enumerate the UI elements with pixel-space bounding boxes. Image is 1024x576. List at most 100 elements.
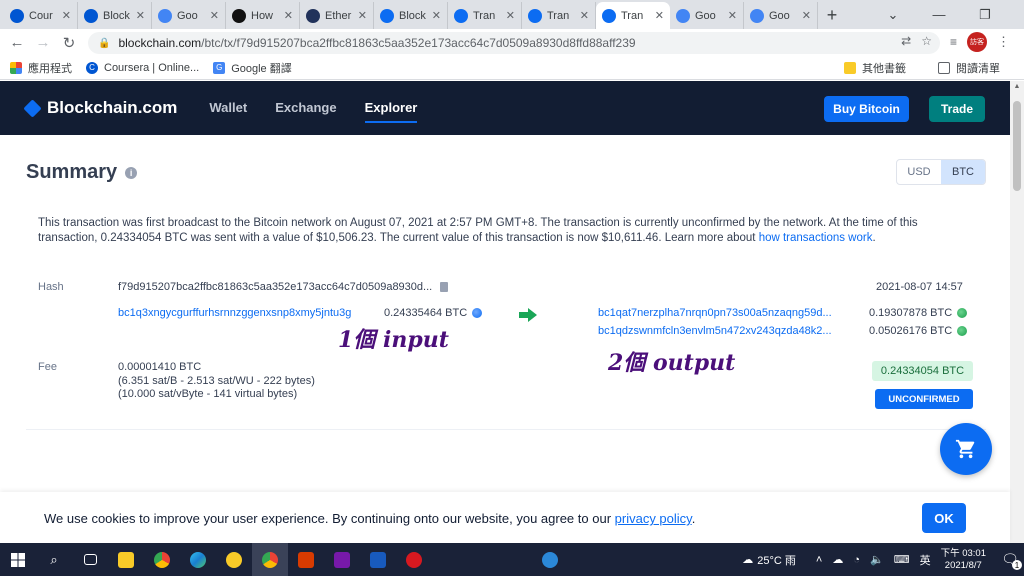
privacy-policy-link[interactable]: privacy policy xyxy=(615,511,692,526)
how-transactions-work-link[interactable]: how transactions work xyxy=(759,232,873,244)
word-icon[interactable] xyxy=(360,543,396,576)
onedrive-icon[interactable]: ☁ xyxy=(832,553,843,566)
system-tray: ☁ 25°C 雨 ˄ ☁ ◔ 🔈 ⌨ 英 下午 03:01 2021/8/7 🗨… xyxy=(742,543,1024,576)
windows-taskbar: ⌕ ☁ 25°C 雨 ˄ ☁ ◔ 🔈 ⌨ 英 下午 03:01 2021/8/7… xyxy=(0,543,1024,576)
close-window-button[interactable]: ✕ xyxy=(1008,7,1024,23)
buy-bitcoin-button[interactable]: Buy Bitcoin xyxy=(824,96,909,122)
clock[interactable]: 下午 03:01 2021/8/7 xyxy=(941,548,986,572)
browser-tab[interactable]: Goo ✕ xyxy=(744,2,818,29)
nav-explorer[interactable]: Explorer xyxy=(364,94,418,123)
task-view-icon[interactable] xyxy=(72,543,108,576)
browser-tab[interactable]: Goo ✕ xyxy=(152,2,226,29)
tab-close-icon[interactable]: ✕ xyxy=(62,9,71,22)
weather-text[interactable]: 25°C 雨 xyxy=(757,552,796,568)
browser-tab[interactable]: Tran ✕ xyxy=(596,2,670,29)
browser-tab[interactable]: Block ✕ xyxy=(78,2,152,29)
cookie-ok-button[interactable]: OK xyxy=(922,503,966,533)
weather-icon[interactable]: ☁ xyxy=(742,553,753,566)
bookmark-apps[interactable]: 應用程式 xyxy=(10,60,72,76)
file-explorer-icon[interactable] xyxy=(108,543,144,576)
lock-icon[interactable]: 🔒 xyxy=(98,38,110,49)
trendmicro-icon[interactable] xyxy=(396,543,432,576)
chrome-guest-icon[interactable] xyxy=(252,543,288,576)
site-logo[interactable]: Blockchain.com xyxy=(23,98,177,118)
reading-list-icon[interactable]: ≡ xyxy=(950,35,957,49)
trade-button[interactable]: Trade xyxy=(929,96,985,122)
tab-close-icon[interactable]: ✕ xyxy=(802,9,811,22)
bookmark-coursera[interactable]: C Coursera | Online... xyxy=(86,61,199,74)
menu-kebab-icon[interactable]: ⋮ xyxy=(997,34,1010,50)
chrome-icon[interactable] xyxy=(144,543,180,576)
input-address[interactable]: bc1q3xngycgurffurhsrnnzggenxsnp8xmy5jntu… xyxy=(118,307,351,319)
tab-close-icon[interactable]: ✕ xyxy=(210,9,219,22)
forward-icon[interactable]: → xyxy=(30,34,56,51)
onenote-icon[interactable] xyxy=(324,543,360,576)
tab-search-icon[interactable]: ⌄ xyxy=(870,7,916,23)
copy-icon[interactable] xyxy=(440,282,449,292)
nav-exchange[interactable]: Exchange xyxy=(275,94,336,123)
currency-toggle: USD BTC xyxy=(896,159,986,185)
volume-icon[interactable]: 🔈 xyxy=(870,553,884,566)
bookmark-reading-list[interactable]: 閱讀清單 xyxy=(938,60,1000,76)
norton-icon[interactable] xyxy=(216,543,252,576)
google-translate-icon xyxy=(676,8,690,23)
tab-close-icon[interactable]: ✕ xyxy=(432,9,441,22)
output-address[interactable]: bc1qat7nerzplha7nrqn0pn73s00a5nzaqng59d.… xyxy=(598,307,832,319)
taskbar-search-icon[interactable]: ⌕ xyxy=(36,543,72,576)
browser-tab[interactable]: How ✕ xyxy=(226,2,300,29)
profile-avatar[interactable]: 訪客 xyxy=(967,32,987,52)
restore-button[interactable]: ❐ xyxy=(962,7,1008,23)
cart-button[interactable] xyxy=(940,423,992,475)
browser-tab[interactable]: Tran ✕ xyxy=(448,2,522,29)
tab-title: Tran xyxy=(473,9,496,22)
medium-icon xyxy=(232,8,246,23)
browser-tab[interactable]: Block ✕ xyxy=(374,2,448,29)
chevron-up-icon[interactable]: ˄ xyxy=(816,554,822,566)
output-amount: 0.19307878 BTC xyxy=(869,307,968,319)
url-input[interactable]: 🔒 blockchain.com/btc/tx/f79d915207bca2ff… xyxy=(88,32,940,54)
bookmark-other[interactable]: 其他書籤 xyxy=(844,60,906,76)
tab-close-icon[interactable]: ✕ xyxy=(358,9,367,22)
scroll-up-icon[interactable]: ▲ xyxy=(1010,83,1024,90)
tab-close-icon[interactable]: ✕ xyxy=(580,9,589,22)
currency-usd-option[interactable]: USD xyxy=(897,160,941,184)
translate-icon[interactable]: ⇄ xyxy=(901,34,911,48)
back-icon[interactable]: ← xyxy=(4,34,30,51)
keyboard-icon[interactable]: ⌨ xyxy=(894,553,910,566)
page-scrollbar[interactable]: ▲ xyxy=(1010,81,1024,543)
wifi-icon[interactable]: ◔ xyxy=(853,554,860,566)
start-button[interactable] xyxy=(0,543,36,576)
info-icon[interactable]: i xyxy=(125,166,138,179)
minimize-button[interactable]: — xyxy=(916,7,962,22)
edge-icon[interactable] xyxy=(180,543,216,576)
currency-btc-option[interactable]: BTC xyxy=(941,160,985,184)
url-host: blockchain.com xyxy=(118,36,202,50)
tab-close-icon[interactable]: ✕ xyxy=(284,9,293,22)
bookmark-label: 閱讀清單 xyxy=(956,62,1000,75)
browser-tab[interactable]: Cour ✕ xyxy=(4,2,78,29)
ime-indicator[interactable]: 英 xyxy=(920,552,931,568)
tab-close-icon[interactable]: ✕ xyxy=(655,9,664,22)
tab-close-icon[interactable]: ✕ xyxy=(506,9,515,22)
help-icon[interactable] xyxy=(532,543,568,576)
reload-icon[interactable]: ↻ xyxy=(56,34,82,52)
globe-icon[interactable] xyxy=(957,326,968,336)
browser-tab[interactable]: Goo ✕ xyxy=(670,2,744,29)
globe-icon[interactable] xyxy=(957,308,968,318)
bookmark-google-translate[interactable]: G Google 翻譯 xyxy=(213,60,292,76)
notification-icon[interactable]: 🗨 1 xyxy=(996,551,1024,570)
tab-close-icon[interactable]: ✕ xyxy=(136,9,145,22)
tab-title: Goo xyxy=(769,9,790,22)
nav-wallet[interactable]: Wallet xyxy=(209,94,247,123)
new-tab-button[interactable]: + xyxy=(818,2,846,29)
bookmark-star-icon[interactable]: ☆ xyxy=(921,34,932,48)
browser-tab[interactable]: Ether ✕ xyxy=(300,2,374,29)
globe-icon[interactable] xyxy=(472,308,483,318)
scrollbar-thumb[interactable] xyxy=(1013,101,1021,191)
output-address[interactable]: bc1qdzswnmfcln3envlm5n472xv243qzda48k2..… xyxy=(598,325,832,337)
tab-close-icon[interactable]: ✕ xyxy=(728,9,737,22)
office-icon[interactable] xyxy=(288,543,324,576)
browser-tab[interactable]: Tran ✕ xyxy=(522,2,596,29)
bookmarks-bar: 應用程式 C Coursera | Online... G Google 翻譯 … xyxy=(0,56,1024,80)
folder-icon xyxy=(844,61,856,74)
